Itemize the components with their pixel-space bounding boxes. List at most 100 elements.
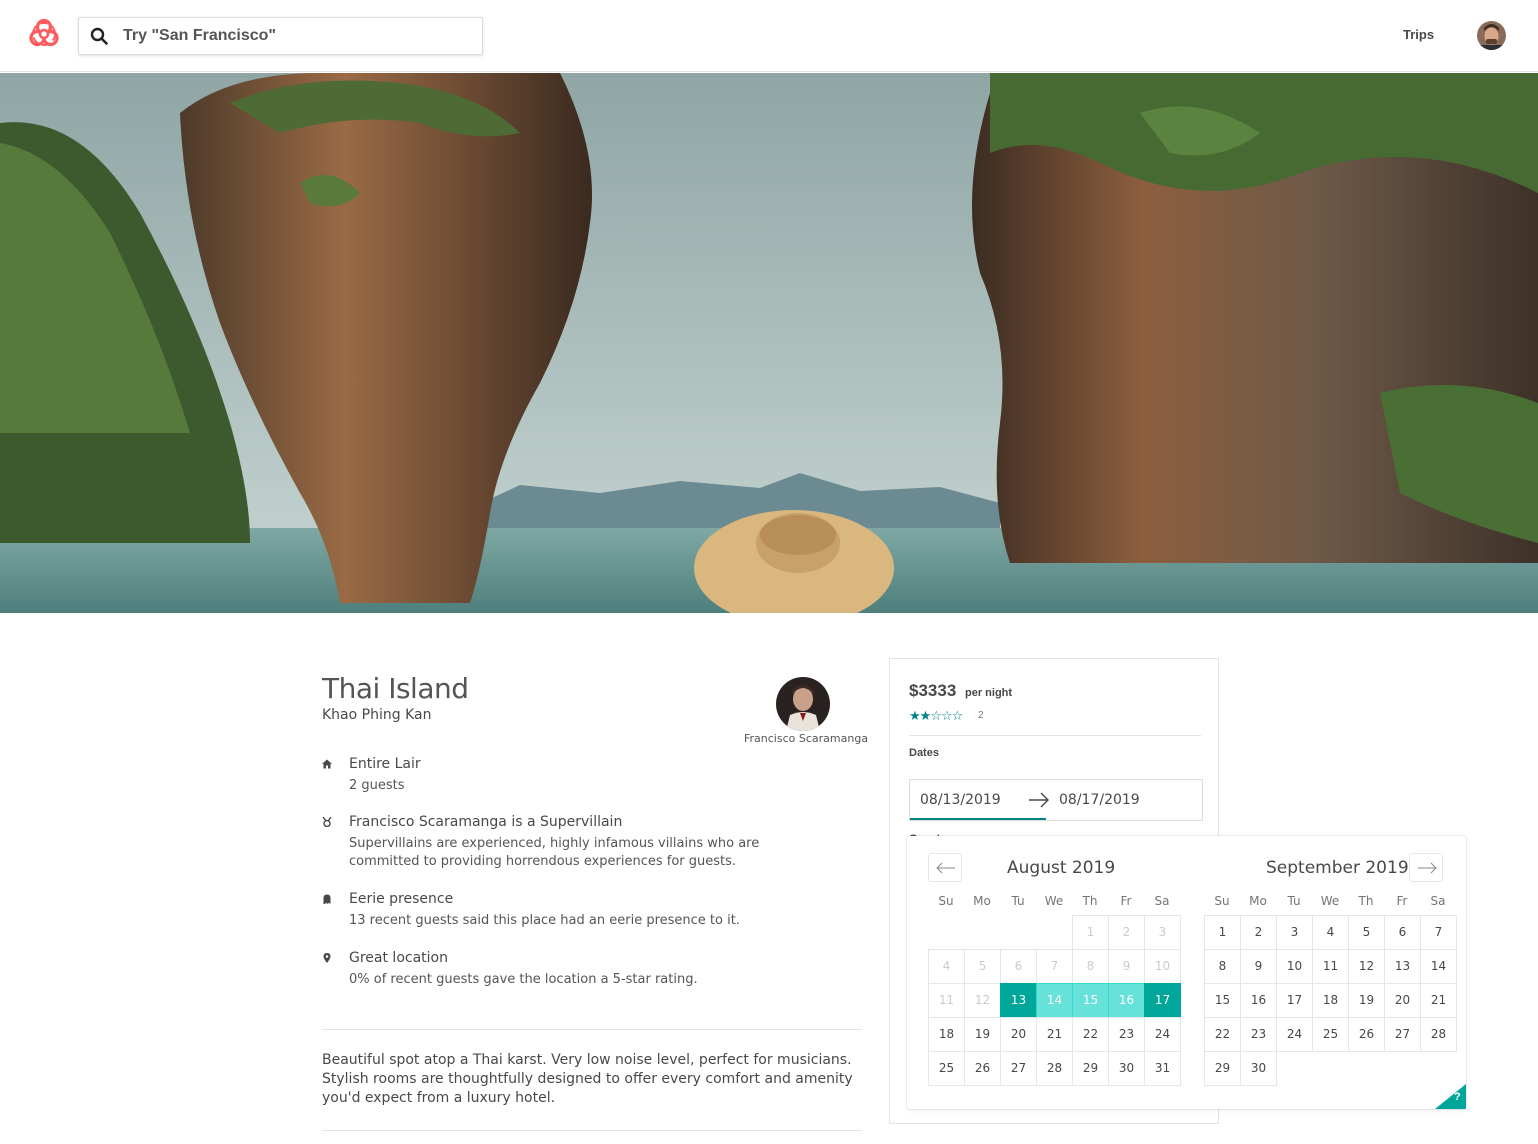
calendar-day[interactable]: 29 [1204, 1051, 1241, 1086]
calendar-day[interactable]: 29 [1072, 1051, 1109, 1086]
calendar-day[interactable]: 20 [1384, 983, 1421, 1018]
feature-title: Francisco Scaramanga is a Supervillain [349, 814, 623, 830]
weekday-label: Fr [1396, 894, 1408, 908]
date-picker-calendar: August 2019 September 2019 ? Su Mo Tu We Th F… [907, 836, 1466, 1109]
calendar-day[interactable]: 23 [1108, 1017, 1145, 1052]
dates-label: Dates [909, 747, 939, 759]
calendar-day[interactable]: 2 [1240, 915, 1277, 950]
feature-title: Entire Lair [349, 756, 421, 772]
trips-link[interactable]: Trips [1403, 27, 1434, 42]
star-filled-icon: ★ [919, 708, 932, 723]
host-name[interactable]: Francisco Scaramanga [744, 732, 868, 745]
next-month-button[interactable] [1409, 853, 1443, 882]
month-title-august: August 2019 [1007, 858, 1116, 878]
calendar-day[interactable]: 16 [1108, 983, 1145, 1018]
user-avatar[interactable] [1477, 21, 1506, 50]
calendar-day[interactable]: 6 [1384, 915, 1421, 950]
calendar-day[interactable]: 9 [1240, 949, 1277, 984]
top-nav: Trips [0, 0, 1538, 72]
calendar-day[interactable]: 13 [1384, 949, 1421, 984]
calendar-day[interactable]: 12 [1348, 949, 1385, 984]
calendar-day[interactable]: 17 [1276, 983, 1313, 1018]
keyboard-shortcuts-help-button[interactable]: ? [1435, 1084, 1466, 1109]
host-avatar[interactable] [776, 677, 830, 731]
calendar-day[interactable]: 24 [1276, 1017, 1313, 1052]
feature-detail: 2 guests [349, 778, 405, 793]
review-count[interactable]: 2 [978, 710, 984, 721]
search-icon [90, 27, 108, 45]
right-arrow-icon [1029, 792, 1049, 808]
biohazard-logo-icon[interactable] [26, 16, 62, 52]
home-icon [322, 759, 332, 769]
calendar-day: 12 [964, 983, 1001, 1018]
help-label: ? [1454, 1091, 1461, 1103]
calendar-day[interactable]: 27 [1384, 1017, 1421, 1052]
calendar-day[interactable]: 3 [1276, 915, 1313, 950]
check-out-input[interactable]: 08/17/2019 [1059, 792, 1140, 808]
weekday-label: We [1044, 894, 1064, 908]
calendar-day[interactable]: 24 [1144, 1017, 1181, 1052]
check-in-input[interactable]: 08/13/2019 [920, 792, 1001, 808]
calendar-day[interactable]: 15 [1204, 983, 1241, 1018]
calendar-day: 2 [1108, 915, 1145, 950]
calendar-day: 8 [1072, 949, 1109, 984]
calendar-day[interactable]: 16 [1240, 983, 1277, 1018]
calendar-day[interactable]: 28 [1420, 1017, 1457, 1052]
calendar-day[interactable]: 10 [1276, 949, 1313, 984]
arrow-right-icon [1418, 862, 1437, 874]
calendar-day[interactable]: 14 [1036, 983, 1073, 1018]
feature-title: Eerie presence [349, 891, 454, 907]
active-input-underline [910, 818, 1046, 820]
listing-title: Thai Island [322, 672, 469, 705]
calendar-day[interactable]: 11 [1312, 949, 1349, 984]
calendar-day[interactable]: 30 [1108, 1051, 1145, 1086]
calendar-day[interactable]: 15 [1072, 983, 1109, 1018]
medal-icon [322, 817, 332, 827]
weekday-label: We [1320, 894, 1340, 908]
calendar-day: 6 [1000, 949, 1037, 984]
calendar-day[interactable]: 26 [964, 1051, 1001, 1086]
calendar-day[interactable]: 21 [1420, 983, 1457, 1018]
section-divider [322, 1029, 862, 1030]
calendar-day[interactable]: 22 [1072, 1017, 1109, 1052]
date-range-picker[interactable]: 08/13/2019 08/17/2019 [909, 779, 1203, 821]
prev-month-button[interactable] [928, 853, 962, 882]
weekday-label: Sa [1430, 894, 1446, 908]
calendar-day: 7 [1036, 949, 1073, 984]
calendar-day[interactable]: 26 [1348, 1017, 1385, 1052]
listing-description: Beautiful spot atop a Thai karst. Very l… [322, 1052, 853, 1106]
calendar-day[interactable]: 22 [1204, 1017, 1241, 1052]
calendar-day: 9 [1108, 949, 1145, 984]
feature-detail: 13 recent guests said this place had an … [349, 913, 740, 928]
calendar-day[interactable]: 7 [1420, 915, 1457, 950]
star-filled-icon: ★ [909, 708, 921, 723]
calendar-day[interactable]: 20 [1000, 1017, 1037, 1052]
calendar-day[interactable]: 27 [1000, 1051, 1037, 1086]
calendar-day[interactable]: 31 [1144, 1051, 1181, 1086]
calendar-day[interactable]: 30 [1240, 1051, 1277, 1086]
search-input[interactable] [123, 25, 473, 47]
weekday-label: Su [1214, 894, 1230, 908]
search-bar[interactable] [78, 17, 483, 55]
calendar-day[interactable]: 25 [928, 1051, 965, 1086]
calendar-day[interactable]: 19 [1348, 983, 1385, 1018]
calendar-day[interactable]: 8 [1204, 949, 1241, 984]
calendar-day[interactable]: 1 [1204, 915, 1241, 950]
calendar-day[interactable]: 23 [1240, 1017, 1277, 1052]
calendar-day[interactable]: 18 [928, 1017, 965, 1052]
calendar-day[interactable]: 28 [1036, 1051, 1073, 1086]
calendar-day: 11 [928, 983, 965, 1018]
calendar-day[interactable]: 5 [1348, 915, 1385, 950]
calendar-day[interactable]: 18 [1312, 983, 1349, 1018]
star-empty-icon: ☆ [940, 708, 953, 723]
calendar-day[interactable]: 14 [1420, 949, 1457, 984]
calendar-day[interactable]: 19 [964, 1017, 1001, 1052]
calendar-day[interactable]: 4 [1312, 915, 1349, 950]
calendar-day[interactable]: 17 [1144, 983, 1181, 1018]
calendar-day[interactable]: 13 [1000, 983, 1037, 1018]
weekday-label: Su [938, 894, 954, 908]
listing-hero-photo[interactable] [0, 73, 1538, 613]
calendar-day[interactable]: 21 [1036, 1017, 1073, 1052]
weekday-label: Fr [1120, 894, 1132, 908]
calendar-day[interactable]: 25 [1312, 1017, 1349, 1052]
